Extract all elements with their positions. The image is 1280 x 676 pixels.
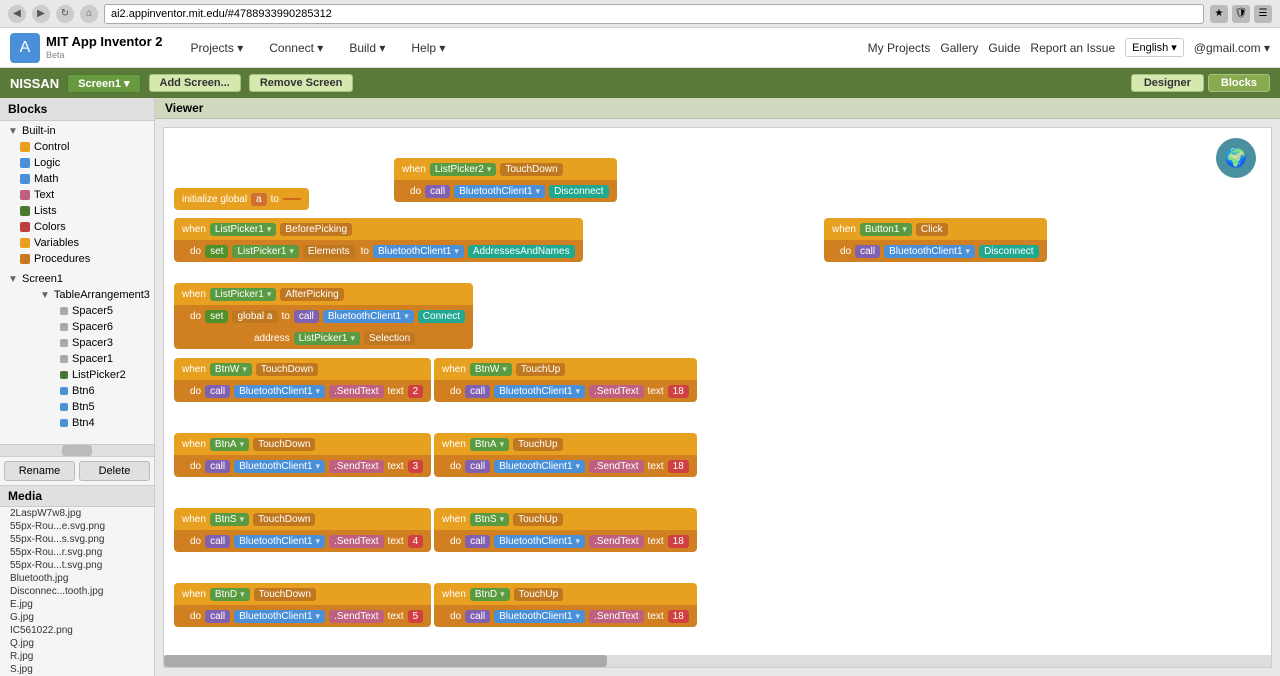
sidebar-item-math[interactable]: Math bbox=[0, 171, 154, 187]
designer-btn[interactable]: Designer bbox=[1131, 74, 1204, 92]
block-button1-click[interactable]: when Button1 ▾ Click do call BluetoothCl… bbox=[824, 218, 1047, 262]
account-menu[interactable]: @gmail.com ▾ bbox=[1194, 41, 1270, 55]
sidebar-item-logic[interactable]: Logic bbox=[0, 155, 154, 171]
logo-beta: Beta bbox=[46, 50, 163, 60]
screen1-label: Screen1 bbox=[22, 273, 63, 285]
sidebar-item-colors[interactable]: Colors bbox=[0, 219, 154, 235]
media-item-8[interactable]: G.jpg bbox=[0, 611, 154, 624]
builtin-header[interactable]: ▼ Built-in bbox=[0, 123, 154, 139]
block-listpicker1-afterpicking[interactable]: when ListPicker1 ▾ AfterPicking do set g… bbox=[174, 283, 473, 349]
sidebar-item-spacer6[interactable]: Spacer6 bbox=[30, 319, 154, 335]
top-nav: A MIT App Inventor 2 Beta Projects ▾ Con… bbox=[0, 28, 1280, 68]
main-area: Blocks ▼ Built-in Control Logic Math bbox=[0, 98, 1280, 676]
media-item-10[interactable]: Q.jpg bbox=[0, 637, 154, 650]
app-logo: A bbox=[10, 33, 40, 63]
block-btns-touchup[interactable]: when BtnS ▾ TouchUp do call BluetoothCli… bbox=[434, 508, 697, 552]
sidebar-item-text[interactable]: Text bbox=[0, 187, 154, 203]
user-avatar-icon: 🌍 bbox=[1216, 138, 1256, 178]
media-panel: Media 2LaspW7w8.jpg 55px-Rou...e.svg.png… bbox=[0, 485, 154, 676]
block-btns-touchdown[interactable]: when BtnS ▾ TouchDown do call BluetoothC… bbox=[174, 508, 431, 552]
project-name: NISSAN bbox=[10, 76, 59, 91]
nav-connect[interactable]: Connect ▾ bbox=[261, 37, 331, 59]
back-btn[interactable]: ◀ bbox=[8, 5, 26, 23]
media-item-2[interactable]: 55px-Rou...s.svg.png bbox=[0, 533, 154, 546]
canvas-scrollbar-h[interactable] bbox=[164, 655, 1271, 667]
media-list: 2LaspW7w8.jpg 55px-Rou...e.svg.png 55px-… bbox=[0, 507, 154, 676]
nav-help[interactable]: Help ▾ bbox=[403, 37, 453, 59]
nav-projects[interactable]: Projects ▾ bbox=[183, 37, 252, 59]
block-btnd-touchdown[interactable]: when BtnD ▾ TouchDown do call BluetoothC… bbox=[174, 583, 431, 627]
viewer-header: Viewer bbox=[155, 98, 1280, 119]
media-header: Media bbox=[0, 486, 154, 507]
media-item-11[interactable]: R.jpg bbox=[0, 650, 154, 663]
menu-icon: ☰ bbox=[1254, 5, 1272, 23]
block-btna-touchdown[interactable]: when BtnA ▾ TouchDown do call BluetoothC… bbox=[174, 433, 431, 477]
nav-build[interactable]: Build ▾ bbox=[341, 37, 393, 59]
sidebar-item-spacer5[interactable]: Spacer5 bbox=[30, 303, 154, 319]
media-item-0[interactable]: 2LaspW7w8.jpg bbox=[0, 507, 154, 520]
block-listpicker1-beforepicking[interactable]: when ListPicker1 ▾ BeforePicking do set … bbox=[174, 218, 583, 262]
bookmark-icon: ★ bbox=[1210, 5, 1228, 23]
screen1-section: ▼ Screen1 ▼ TableArrangement3 Spacer5 bbox=[0, 269, 154, 433]
rename-btn[interactable]: Rename bbox=[4, 461, 75, 481]
media-item-1[interactable]: 55px-Rou...e.svg.png bbox=[0, 520, 154, 533]
sidebar-item-control[interactable]: Control bbox=[0, 139, 154, 155]
sidebar-item-listpicker2[interactable]: ListPicker2 bbox=[30, 367, 154, 383]
browser-bar: ◀ ▶ ↻ ⌂ ★ 🛡 ☰ bbox=[0, 0, 1280, 28]
report-issue-link[interactable]: Report an Issue bbox=[1030, 41, 1115, 55]
forward-btn[interactable]: ▶ bbox=[32, 5, 50, 23]
block-init-global[interactable]: initialize global a to bbox=[174, 188, 309, 210]
refresh-btn[interactable]: ↻ bbox=[56, 5, 74, 23]
sidebar-item-procedures[interactable]: Procedures bbox=[0, 251, 154, 267]
block-btnw-touchup[interactable]: when BtnW ▾ TouchUp do call BluetoothCli… bbox=[434, 358, 697, 402]
my-projects-link[interactable]: My Projects bbox=[868, 41, 931, 55]
media-item-5[interactable]: Bluetooth.jpg bbox=[0, 572, 154, 585]
shield-icon: 🛡 bbox=[1232, 5, 1250, 23]
block-listpicker2-touchdown[interactable]: when ListPicker2 ▾ TouchDown do call Blu… bbox=[394, 158, 617, 202]
viewer: Viewer initialize global a to when bbox=[155, 98, 1280, 676]
remove-screen-btn[interactable]: Remove Screen bbox=[249, 74, 354, 92]
sidebar-item-spacer3[interactable]: Spacer3 bbox=[30, 335, 154, 351]
delete-btn[interactable]: Delete bbox=[79, 461, 150, 481]
media-item-4[interactable]: 55px-Rou...t.svg.png bbox=[0, 559, 154, 572]
guide-link[interactable]: Guide bbox=[988, 41, 1020, 55]
block-btna-touchup[interactable]: when BtnA ▾ TouchUp do call BluetoothCli… bbox=[434, 433, 697, 477]
sidebar-scrollbar[interactable] bbox=[0, 444, 154, 456]
builtin-section: ▼ Built-in Control Logic Math Text bbox=[0, 121, 154, 269]
logo-area: A MIT App Inventor 2 Beta bbox=[10, 33, 163, 63]
media-item-6[interactable]: Disconnec...tooth.jpg bbox=[0, 585, 154, 598]
blocks-btn[interactable]: Blocks bbox=[1208, 74, 1270, 92]
sidebar-footer: Rename Delete bbox=[0, 456, 154, 485]
sidebar: Blocks ▼ Built-in Control Logic Math bbox=[0, 98, 155, 676]
lang-selector[interactable]: English ▾ bbox=[1125, 38, 1184, 57]
sidebar-item-tablearr[interactable]: ▼ TableArrangement3 bbox=[10, 287, 154, 303]
media-item-12[interactable]: S.jpg bbox=[0, 663, 154, 676]
screen-tab[interactable]: Screen1 ▾ bbox=[67, 74, 140, 93]
viewer-canvas[interactable]: initialize global a to when ListPicker2 … bbox=[163, 127, 1272, 668]
sidebar-item-variables[interactable]: Variables bbox=[0, 235, 154, 251]
blocks-area: initialize global a to when ListPicker2 … bbox=[164, 128, 1271, 668]
add-screen-btn[interactable]: Add Screen... bbox=[149, 74, 241, 92]
sidebar-item-btn4[interactable]: Btn4 bbox=[30, 415, 154, 431]
sidebar-item-spacer1[interactable]: Spacer1 bbox=[30, 351, 154, 367]
media-item-3[interactable]: 55px-Rou...r.svg.png bbox=[0, 546, 154, 559]
logo-title: MIT App Inventor 2 bbox=[46, 35, 163, 49]
sidebar-item-btn5[interactable]: Btn5 bbox=[30, 399, 154, 415]
url-bar[interactable] bbox=[104, 4, 1204, 24]
sidebar-header: Blocks bbox=[0, 98, 154, 121]
block-btnw-touchdown[interactable]: when BtnW ▾ TouchDown do call BluetoothC… bbox=[174, 358, 431, 402]
sidebar-item-lists[interactable]: Lists bbox=[0, 203, 154, 219]
screen1-header[interactable]: ▼ Screen1 bbox=[0, 271, 154, 287]
builtin-label: Built-in bbox=[22, 125, 56, 137]
gallery-link[interactable]: Gallery bbox=[940, 41, 978, 55]
sidebar-item-btn6[interactable]: Btn6 bbox=[30, 383, 154, 399]
project-bar: NISSAN Screen1 ▾ Add Screen... Remove Sc… bbox=[0, 68, 1280, 98]
home-btn[interactable]: ⌂ bbox=[80, 5, 98, 23]
sidebar-scroll: ▼ Built-in Control Logic Math Text bbox=[0, 121, 154, 444]
block-btnd-touchup[interactable]: when BtnD ▾ TouchUp do call BluetoothCli… bbox=[434, 583, 697, 627]
media-item-9[interactable]: IC561022.png bbox=[0, 624, 154, 637]
media-item-7[interactable]: E.jpg bbox=[0, 598, 154, 611]
